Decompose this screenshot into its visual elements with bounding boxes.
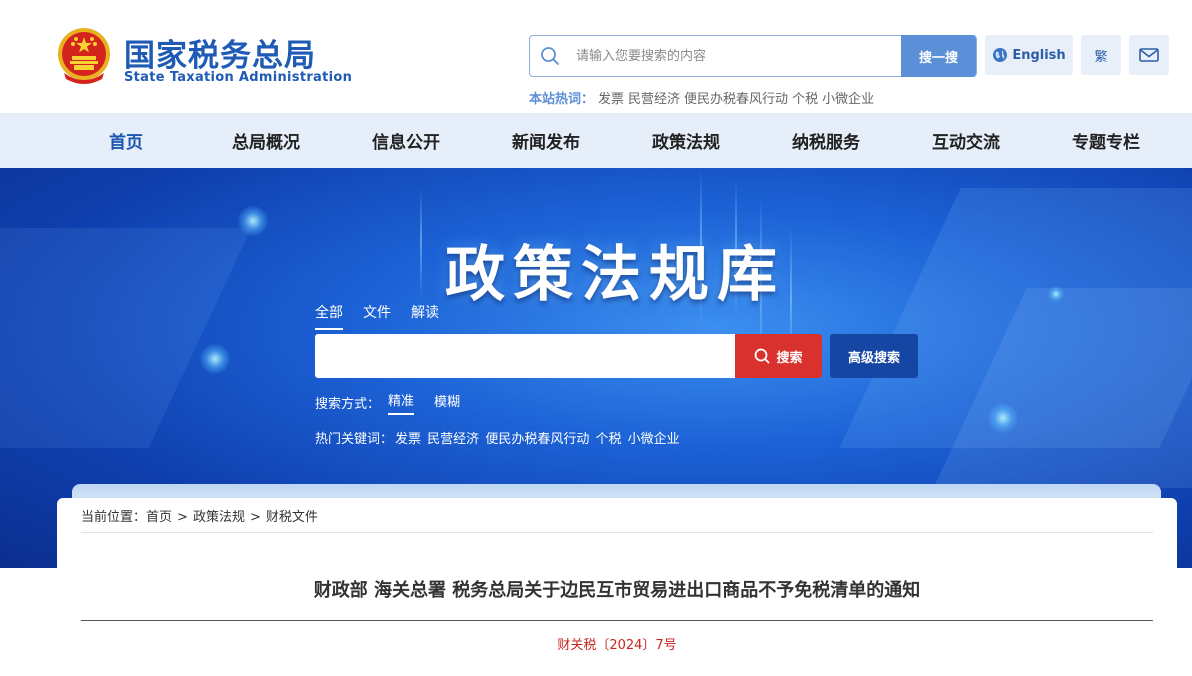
breadcrumb-separator: > xyxy=(249,510,261,525)
mail-icon xyxy=(1139,48,1159,62)
mail-button[interactable] xyxy=(1129,35,1169,75)
breadcrumb: 当前位置：首页 > 政策法规 > 财税文件 xyxy=(81,506,318,525)
banner-hot-keyword[interactable]: 便民办税春风行动 xyxy=(485,432,589,447)
main-nav: 首页 总局概况 信息公开 新闻发布 政策法规 纳税服务 互动交流 专题专栏 xyxy=(0,113,1192,168)
divider xyxy=(81,532,1153,533)
document-number: 财关税〔2024〕7号 xyxy=(557,638,677,653)
search-mode: 搜索方式： 精准 模糊 xyxy=(315,390,460,415)
search-mode-label: 搜索方式： xyxy=(315,397,381,412)
traditional-chinese-button[interactable]: 繁 xyxy=(1081,35,1121,75)
document-title: 财政部 海关总署 税务总局关于边民互市贸易进出口商品不予免税清单的通知 xyxy=(313,580,921,601)
banner-title: 政策法规库 xyxy=(445,240,785,310)
breadcrumb-policy[interactable]: 政策法规 xyxy=(193,510,245,525)
banner-hot-keyword[interactable]: 个税 xyxy=(595,432,621,447)
nav-item-overview[interactable]: 总局概况 xyxy=(196,113,336,168)
site-search-box: 搜一搜 xyxy=(529,35,977,77)
policy-search-tabs: 全部 文件 解读 xyxy=(315,302,439,330)
site-header: 国家税务总局 State Taxation Administration 搜一搜… xyxy=(0,0,1192,113)
banner-hot-keywords-label: 热门关键词： xyxy=(315,432,394,447)
site-search-input[interactable] xyxy=(576,42,896,70)
site-hot-word[interactable]: 发票 xyxy=(598,92,624,107)
site-logo-subtitle[interactable]: State Taxation Administration xyxy=(124,70,352,85)
site-hot-word[interactable]: 小微企业 xyxy=(822,92,874,107)
nav-item-news[interactable]: 新闻发布 xyxy=(476,113,616,168)
nav-item-interaction[interactable]: 互动交流 xyxy=(896,113,1036,168)
breadcrumb-label: 当前位置： xyxy=(81,510,147,525)
site-search-button[interactable]: 搜一搜 xyxy=(901,35,976,77)
search-icon xyxy=(541,47,559,65)
banner-decor xyxy=(420,188,422,298)
policy-search-button[interactable]: 搜索 xyxy=(735,334,822,378)
tab-interpretations[interactable]: 解读 xyxy=(411,302,439,330)
tab-all[interactable]: 全部 xyxy=(315,302,343,330)
site-hot-words-label: 本站热词： xyxy=(529,92,595,107)
globe-icon xyxy=(993,48,1008,62)
english-button-label: English xyxy=(1012,47,1066,63)
site-hot-word[interactable]: 便民办税春风行动 xyxy=(684,92,788,107)
banner-decor xyxy=(0,228,252,448)
nav-item-info-disclosure[interactable]: 信息公开 xyxy=(336,113,476,168)
search-icon xyxy=(755,348,770,364)
site-logo-title[interactable]: 国家税务总局 xyxy=(124,30,316,75)
site-hot-word[interactable]: 个税 xyxy=(792,92,818,107)
banner-hot-keyword[interactable]: 小微企业 xyxy=(628,432,680,447)
banner-hot-keyword[interactable]: 发票 xyxy=(395,432,421,447)
banner-hot-keyword[interactable]: 民营经济 xyxy=(427,432,479,447)
banner-hot-keywords: 热门关键词： 发票 民营经济 便民办税春风行动 个税 小微企业 xyxy=(315,428,680,447)
tab-documents[interactable]: 文件 xyxy=(363,302,391,330)
breadcrumb-separator: > xyxy=(177,510,188,525)
banner-decor xyxy=(988,403,1018,433)
breadcrumb-finance-tax-docs[interactable]: 财税文件 xyxy=(266,510,318,525)
nav-item-topics[interactable]: 专题专栏 xyxy=(1036,113,1176,168)
national-emblem-icon[interactable] xyxy=(56,27,112,85)
site-hot-word[interactable]: 民营经济 xyxy=(628,92,680,107)
nav-item-policy[interactable]: 政策法规 xyxy=(616,113,756,168)
nav-item-home[interactable]: 首页 xyxy=(56,113,196,168)
breadcrumb-home[interactable]: 首页 xyxy=(146,510,172,525)
policy-search-input[interactable] xyxy=(315,334,735,378)
search-mode-fuzzy[interactable]: 模糊 xyxy=(434,391,460,414)
banner-decor xyxy=(1048,286,1064,302)
divider xyxy=(81,620,1153,621)
site-hot-words: 本站热词： 发票 民营经济 便民办税春风行动 个税 小微企业 xyxy=(529,88,874,107)
policy-search-button-label: 搜索 xyxy=(776,350,803,366)
advanced-search-button[interactable]: 高级搜索 xyxy=(830,334,918,378)
nav-item-tax-service[interactable]: 纳税服务 xyxy=(756,113,896,168)
banner-decor xyxy=(200,344,230,374)
english-button[interactable]: English xyxy=(985,35,1073,75)
search-mode-exact[interactable]: 精准 xyxy=(388,390,415,415)
banner-decor xyxy=(238,206,268,236)
